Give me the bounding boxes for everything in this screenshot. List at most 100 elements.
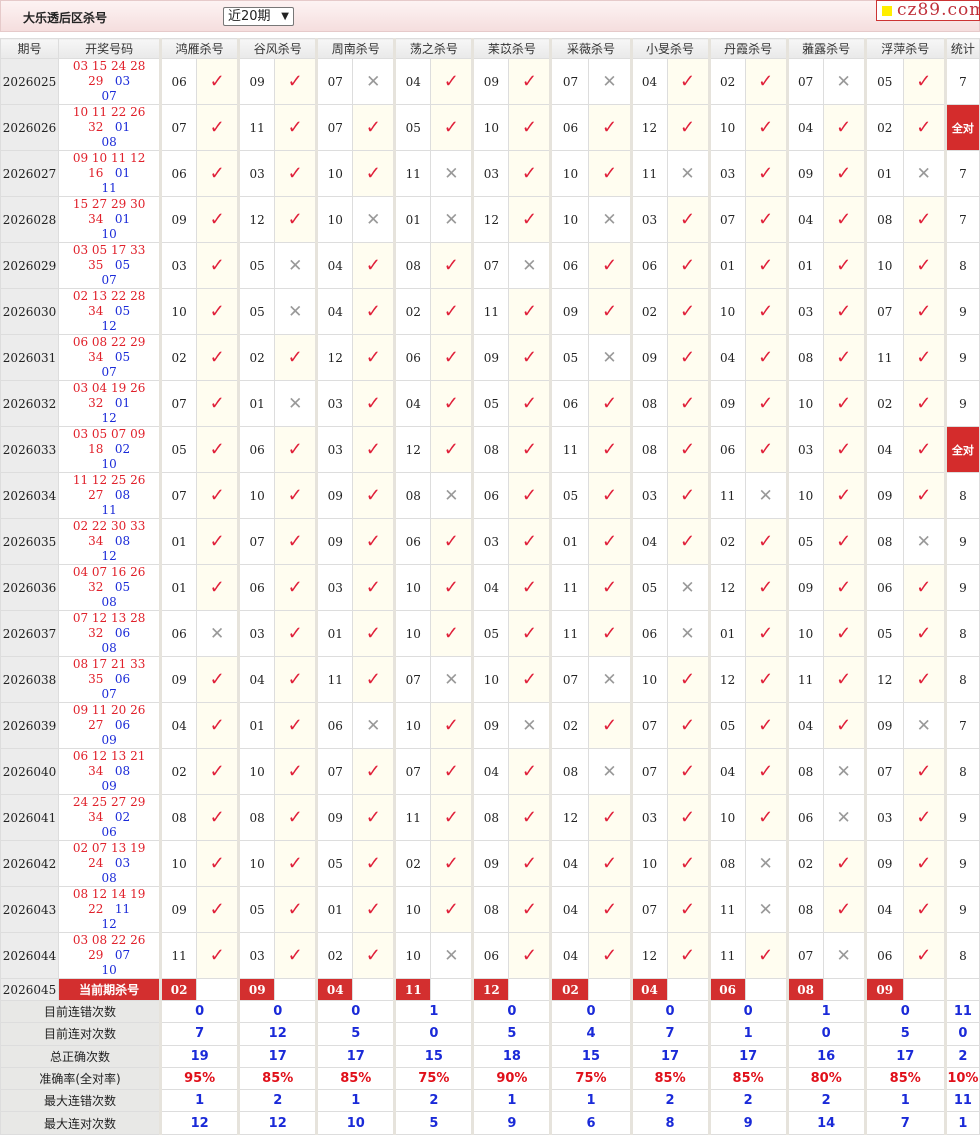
table-row: 2026034 11 12 25 26 27 08 11 07 ✓ 10 ✓ 09 ✓ 08 ✕ 06… (0, 472, 980, 519)
stat-cell: 7 (943, 150, 980, 197)
header-predictor: 谷风杀号 (237, 38, 318, 59)
kill-number: 04 (785, 196, 824, 243)
kill-number: 06 (237, 564, 276, 611)
check-icon: ✓ (508, 518, 552, 565)
kill-number: 12 (629, 932, 668, 979)
stat-cell: 7 (943, 702, 980, 749)
check-icon: ✓ (902, 104, 946, 151)
stat-cell: 7 (943, 58, 980, 105)
kill-number: 07 (785, 58, 824, 105)
check-icon: ✓ (430, 564, 474, 611)
check-icon: ✓ (508, 150, 552, 197)
kill-number: 04 (863, 886, 904, 933)
cross-icon: ✕ (666, 564, 710, 611)
check-icon: ✓ (430, 242, 474, 289)
kill-number: 07 (393, 656, 432, 703)
cross-icon: ✕ (822, 748, 866, 795)
kill-number: 07 (393, 748, 432, 795)
check-icon: ✓ (588, 426, 632, 473)
check-icon: ✓ (666, 288, 710, 335)
check-icon: ✓ (430, 104, 474, 151)
blue-ball: 05 (114, 258, 131, 272)
kill-number: 09 (707, 380, 746, 427)
header-draw: 开奖号码 (58, 38, 162, 59)
draw-numbers: 02 13 22 28 34 05 12 (58, 288, 162, 335)
red-balls: 03 08 22 26 29 (72, 933, 146, 962)
draw-numbers: 03 05 17 33 35 05 07 (58, 242, 162, 289)
stats-value: 95% (159, 1066, 240, 1091)
stats-label: 目前连对次数 (0, 1022, 162, 1046)
cross-icon: ✕ (352, 702, 396, 749)
check-icon: ✓ (430, 426, 474, 473)
stats-value: 9 (471, 1111, 552, 1135)
kill-number: 08 (629, 426, 668, 473)
current-kill-number: 06 (707, 978, 746, 1001)
kill-number: 06 (629, 242, 668, 289)
stats-value: 8 (629, 1111, 710, 1135)
red-balls: 02 07 13 19 24 (72, 841, 146, 870)
kill-number: 07 (549, 656, 590, 703)
red-balls: 08 17 21 33 35 (72, 657, 146, 686)
check-icon: ✓ (822, 150, 866, 197)
red-balls: 03 05 07 09 18 (72, 427, 146, 456)
stats-value: 7 (159, 1022, 240, 1046)
kill-number: 08 (707, 840, 746, 887)
check-icon: ✓ (666, 472, 710, 519)
period-cell: 2026033 (0, 426, 60, 473)
stats-label: 最大连对次数 (0, 1111, 162, 1135)
blue-ball: 02 (114, 442, 131, 456)
kill-number: 01 (237, 380, 276, 427)
cross-icon: ✕ (352, 196, 396, 243)
check-icon: ✓ (196, 58, 240, 105)
kill-number: 10 (629, 840, 668, 887)
current-kill-number: 12 (471, 978, 510, 1001)
kill-number: 08 (471, 426, 510, 473)
stats-value: 17 (629, 1044, 710, 1068)
check-icon: ✓ (744, 58, 788, 105)
kill-number: 02 (629, 288, 668, 335)
kill-number: 11 (707, 886, 746, 933)
check-icon: ✓ (508, 656, 552, 703)
cross-icon: ✕ (902, 702, 946, 749)
cross-icon: ✕ (508, 702, 552, 749)
check-icon: ✓ (274, 58, 318, 105)
stats-value: 0 (785, 1022, 866, 1046)
stat-cell: 8 (943, 242, 980, 289)
kill-number: 06 (549, 242, 590, 289)
blue-ball: 07 (114, 948, 131, 962)
draw-numbers: 06 08 22 29 34 05 07 (58, 334, 162, 381)
check-icon: ✓ (274, 748, 318, 795)
kill-number: 06 (629, 610, 668, 657)
stats-value: 9 (707, 1111, 788, 1135)
period-range-select[interactable]: 近20期 ▼ (223, 7, 294, 26)
current-kill-number: 08 (785, 978, 824, 1001)
kill-number: 06 (863, 564, 904, 611)
stats-total: 0 (943, 1022, 980, 1046)
kill-number: 11 (159, 932, 198, 979)
blue-ball: 07 (101, 365, 117, 379)
red-balls: 09 11 20 26 27 (72, 703, 146, 732)
stats-value: 1 (707, 1022, 788, 1046)
kill-number: 10 (393, 564, 432, 611)
empty-cell (902, 978, 946, 1001)
check-icon: ✓ (352, 840, 396, 887)
kill-number: 02 (237, 334, 276, 381)
cross-icon: ✕ (666, 610, 710, 657)
kill-number: 09 (471, 702, 510, 749)
site-logo[interactable]: cz89.com (876, 0, 980, 21)
header-predictor: 采薇杀号 (549, 38, 632, 59)
header-predictor: 苿苡杀号 (471, 38, 552, 59)
stat-cell: 8 (943, 932, 980, 979)
check-icon: ✓ (508, 564, 552, 611)
current-kill-number: 04 (629, 978, 668, 1001)
check-icon: ✓ (822, 472, 866, 519)
kill-number: 01 (159, 518, 198, 565)
kill-number: 09 (159, 196, 198, 243)
kill-number: 09 (237, 58, 276, 105)
check-icon: ✓ (822, 196, 866, 243)
stats-value: 0 (237, 999, 318, 1024)
kill-number: 03 (237, 150, 276, 197)
stats-value: 4 (549, 1022, 632, 1046)
empty-cell (274, 978, 318, 1001)
check-icon: ✓ (666, 656, 710, 703)
